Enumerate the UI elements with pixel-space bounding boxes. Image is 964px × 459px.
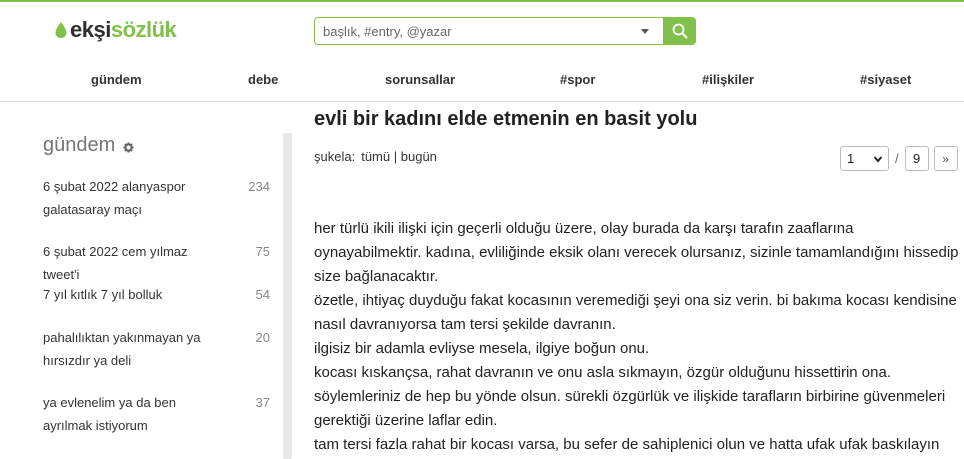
page-last-button[interactable]: 9 (904, 146, 929, 171)
topic-title: pahalılıktan yakınmayan ya hırsızdır ya … (43, 330, 201, 368)
logo-text-sozluk: sözlük (110, 17, 177, 42)
nav-item-sorunsallar[interactable]: sorunsallar (385, 72, 455, 87)
page-next-button[interactable]: » (933, 146, 958, 171)
topic-title: 7 yıl kıtlık 7 yıl bolluk (43, 287, 163, 302)
search-field (314, 17, 663, 45)
topic-heading[interactable]: evli bir kadını elde etmenin en basit yo… (314, 108, 697, 131)
topic-count: 75 (255, 244, 270, 259)
sidebar-topic[interactable]: pahalılıktan yakınmayan ya hırsızdır ya … (43, 326, 273, 372)
search-input[interactable] (323, 23, 641, 39)
entry-line: tam tersi fazla rahat bir kocası varsa, … (314, 436, 940, 453)
page-current: 1 (847, 151, 855, 166)
search-icon (672, 23, 687, 39)
logo-text-eksi: ekşi (70, 17, 111, 42)
search-button[interactable] (663, 17, 696, 45)
sukela-label: şukela: (314, 149, 356, 164)
sukela-today-link[interactable]: bugün (401, 149, 437, 164)
top-accent-line (0, 0, 964, 2)
gear-icon[interactable] (123, 142, 134, 153)
main-nav: gündem debe sorunsallar #spor #ilişkiler… (0, 64, 964, 102)
entry-line: her türlü ikili ilişki için geçerli oldu… (314, 220, 959, 285)
entry-line: özetle, ihtiyaç duyduğu fakat kocasının … (314, 292, 957, 333)
sukela-filter: şukela: tümü | bugün (314, 149, 437, 164)
pagination: 1 / 9 » (840, 146, 958, 171)
sidebar-scrollbar[interactable] (283, 133, 292, 459)
sukela-all-link[interactable]: tümü (361, 149, 390, 164)
topic-count: 234 (248, 179, 270, 194)
sidebar-header: gündem (43, 134, 134, 157)
nav-item-gundem[interactable]: gündem (91, 72, 142, 87)
sidebar-topic[interactable]: 6 şubat 2022 alanyaspor galatasaray maçı… (43, 175, 273, 221)
topic-count: 54 (255, 287, 270, 302)
page-separator: / (895, 151, 899, 166)
search-bar (314, 17, 696, 45)
sidebar-topic[interactable]: 7 yıl kıtlık 7 yıl bolluk 54 (43, 283, 273, 306)
nav-item-debe[interactable]: debe (248, 72, 278, 87)
entry-content: her türlü ikili ilişki için geçerli oldu… (314, 217, 959, 457)
entry-line: söylemleriniz de hep bu yönde olsun. sür… (314, 388, 946, 429)
entry-line: ilgisiz bir adamla evliyse mesela, ilgiy… (314, 340, 650, 357)
chevron-down-icon (873, 155, 883, 163)
topic-title: 6 şubat 2022 cem yılmaz tweet'i (43, 244, 188, 282)
entry-line: kocası kıskançsa, rahat davranın ve onu … (314, 364, 891, 381)
topic-count: 37 (255, 395, 270, 410)
nav-item-iliskiler[interactable]: #ilişkiler (702, 72, 754, 87)
drop-icon (55, 22, 67, 38)
nav-item-spor[interactable]: #spor (560, 72, 595, 87)
site-logo[interactable]: ekşisözlük (54, 17, 177, 42)
sidebar-topic[interactable]: 6 şubat 2022 cem yılmaz tweet'i 75 (43, 240, 273, 286)
topic-title: ya evlenelim ya da ben ayrılmak istiyoru… (43, 395, 176, 433)
nav-item-siyaset[interactable]: #siyaset (860, 72, 911, 87)
sukela-separator: | (393, 149, 398, 164)
topic-count: 20 (255, 330, 270, 345)
sidebar-topic[interactable]: ya evlenelim ya da ben ayrılmak istiyoru… (43, 391, 273, 437)
dropdown-caret-icon[interactable] (641, 28, 649, 34)
page-select[interactable]: 1 (840, 146, 889, 171)
sidebar-title[interactable]: gündem (43, 134, 115, 157)
topic-title: 6 şubat 2022 alanyaspor galatasaray maçı (43, 179, 186, 217)
